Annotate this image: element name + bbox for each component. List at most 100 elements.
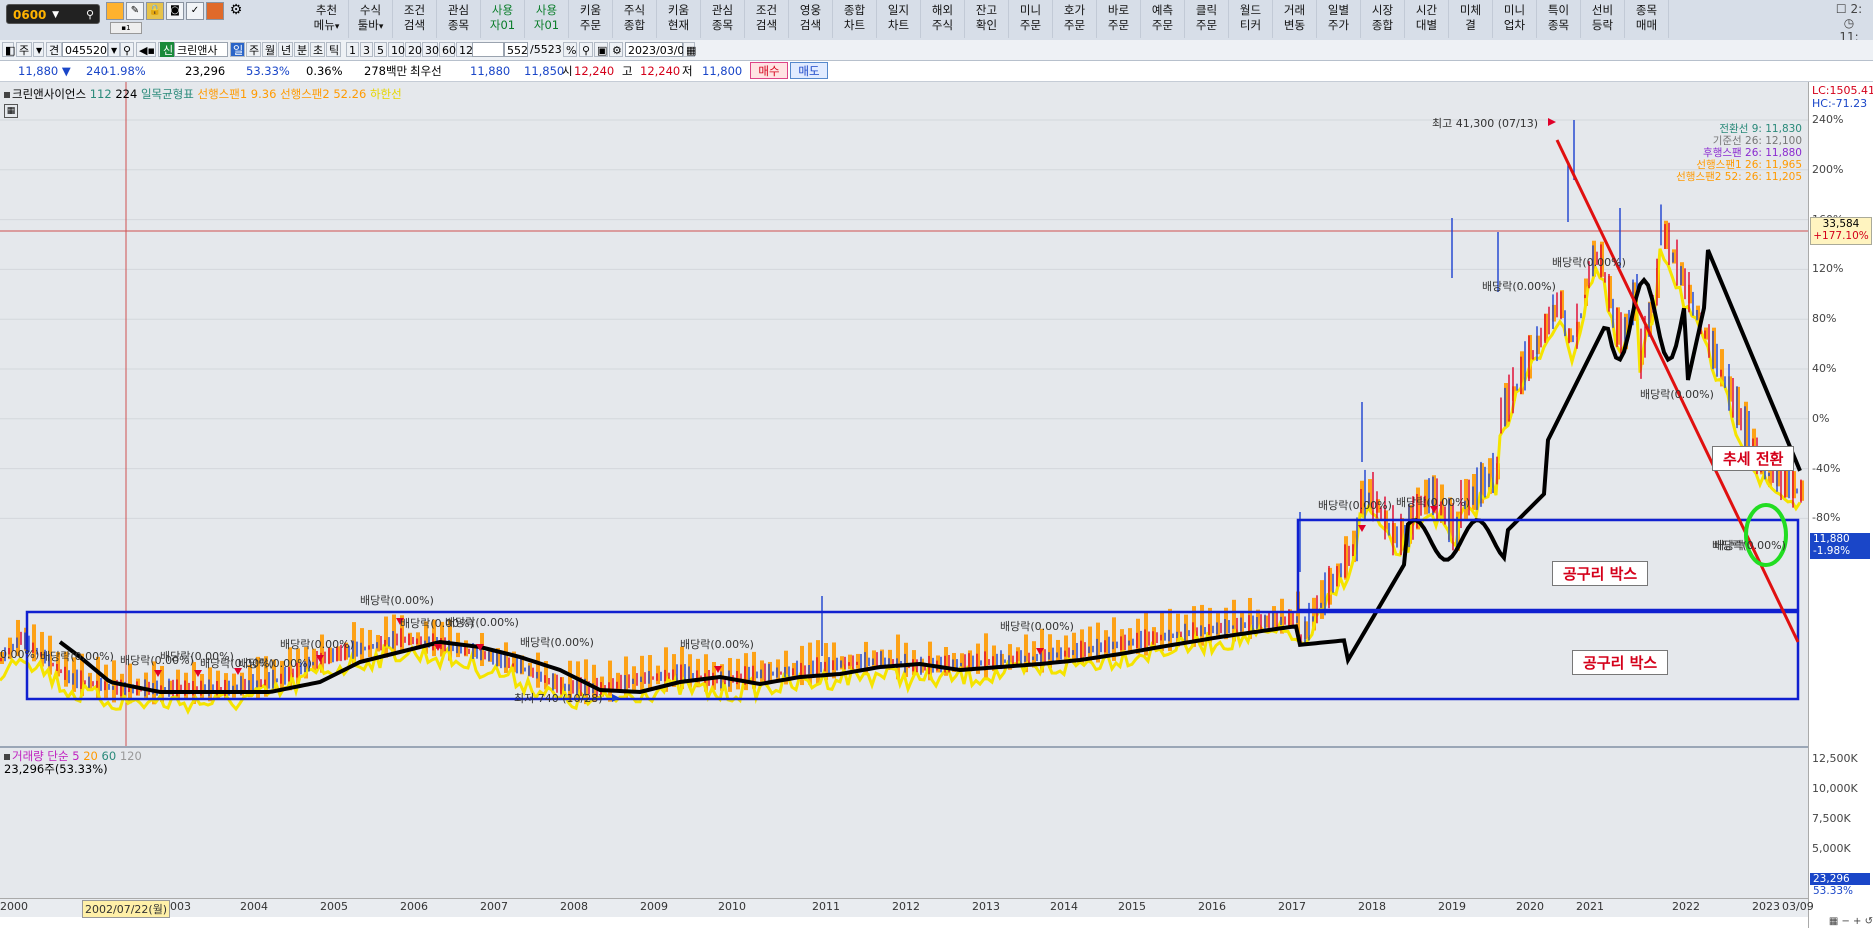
- legend-sq-icon: [4, 92, 10, 98]
- legend-span2: 선행스팬2 52.26: [280, 87, 367, 101]
- x-tick-label: 003: [170, 900, 191, 913]
- ichimoku-cloud-segment: [1128, 628, 1132, 652]
- volume-last: 23,296주(53.33%): [4, 762, 108, 776]
- x-tick-label: 03/09: [1782, 900, 1814, 913]
- dividend-label: 배당락(0.00%): [1318, 499, 1392, 512]
- dividend-label: 배당락(0.00%): [360, 594, 434, 607]
- ichimoku-cloud-segment: [856, 653, 860, 669]
- x-tick-label: 2016: [1198, 900, 1226, 913]
- x-tick-label: 2009: [640, 900, 668, 913]
- x-tick-label: 2015: [1118, 900, 1146, 913]
- x-tick-label: 2012: [892, 900, 920, 913]
- concrete-box-upper: [1296, 518, 1800, 612]
- dividend-label: 배당락(0.00%): [1396, 496, 1470, 509]
- dividend-label: 배당락(0.00%): [520, 636, 594, 649]
- ichimoku-base-line: [58, 249, 1802, 695]
- ma-legend: 전환선 9: 11,830 기준선 26: 12,100 후행스팬 26: 11,8…: [1600, 123, 1802, 183]
- legend-sq-icon: [4, 754, 10, 760]
- y-tick-label: -40%: [1812, 461, 1841, 475]
- y-tick-label: 0%: [1812, 411, 1830, 425]
- ma-legend-item: 전환선 9: 11,830: [1719, 123, 1802, 135]
- last-price-tag: 11,880 -1.98%: [1810, 533, 1870, 559]
- dividend-label: 배당락(0.00%): [1000, 620, 1074, 633]
- grid-icon[interactable]: ▦: [1829, 916, 1838, 927]
- cursor-price-value: 33,584: [1822, 218, 1860, 230]
- dividend-label: 배당락: [1714, 539, 1745, 552]
- x-tick-label: 2006: [400, 900, 428, 913]
- ichimoku-cloud-segment: [384, 616, 388, 658]
- trend-turn-annotation: 추세 전환: [1712, 446, 1795, 471]
- x-tick-label: 2013: [972, 900, 1000, 913]
- ichimoku-cloud-segment: [640, 655, 644, 693]
- legend-span1: 선행스팬1 9.36: [197, 87, 277, 101]
- zoom-in-icon[interactable]: +: [1853, 916, 1861, 927]
- x-tick-label: 2000: [0, 900, 28, 913]
- legend-stock-name: 크린앤사이언스: [12, 87, 87, 101]
- ma-legend-item: 선행스팬1 26: 11,965: [1696, 159, 1802, 171]
- ma-legend-item: 후행스팬 26: 11,880: [1703, 147, 1802, 159]
- y-tick-label: 240%: [1812, 113, 1844, 126]
- x-tick-label: 2005: [320, 900, 348, 913]
- last-pct-value: -1.98%: [1813, 545, 1851, 557]
- volume-y-tick-label: 7,500K: [1812, 812, 1851, 825]
- legend-ma2: 224: [115, 87, 138, 101]
- volume-last-tag: 23,296 53.33%: [1810, 873, 1870, 897]
- last-price-value: 11,880: [1813, 533, 1850, 545]
- ichimoku-cloud-segment: [632, 666, 636, 690]
- x-tick-label: 2021: [1576, 900, 1604, 913]
- x-tick-label: 2017: [1278, 900, 1306, 913]
- ichimoku-cloud-segment: [128, 663, 132, 704]
- cursor-price-tag: 33,584 +177.10%: [1810, 217, 1872, 245]
- x-tick-label: 2008: [560, 900, 588, 913]
- low-price-label: 최저 740 (10/28): [514, 692, 603, 705]
- box-lower-annotation: 공구리 박스: [1572, 650, 1669, 675]
- x-tick-label: 2004: [240, 900, 268, 913]
- dividend-label: 배당락(0.00%): [280, 638, 354, 651]
- y-tick-label: -80%: [1812, 511, 1841, 525]
- zoom-controls[interactable]: ▦ − + ↺: [1808, 916, 1873, 928]
- x-tick-label: 2018: [1358, 900, 1386, 913]
- volume-last-tag-value: 23,296: [1810, 873, 1870, 885]
- x-tick-label: 2011: [812, 900, 840, 913]
- volume-y-tick-label: 5,000K: [1812, 842, 1851, 855]
- ichimoku-cloud-segment: [536, 652, 540, 688]
- volume-panel[interactable]: [0, 746, 1808, 900]
- dividend-label: 배당락(0.00%): [238, 657, 312, 670]
- reset-icon[interactable]: ↺: [1865, 916, 1873, 927]
- high-price-label: 최고 41,300 (07/13): [1432, 117, 1539, 130]
- dividend-label: 0.00%): [0, 648, 40, 661]
- volume-y-tick-label: 10,000K: [1812, 782, 1858, 795]
- highlight-circle: [1744, 503, 1788, 567]
- x-tick-label: 2022: [1672, 900, 1700, 913]
- y-tick-label: 40%: [1812, 362, 1837, 375]
- legend-ma1: 112: [89, 87, 112, 101]
- ma-legend-item: 기준선 26: 12,100: [1712, 135, 1802, 147]
- high-marker-arrow: [1548, 118, 1556, 126]
- volume-ma120: 120: [119, 749, 142, 763]
- dividend-label: 배당락(0.00%): [40, 650, 114, 663]
- lc-label: LC:1505.41: [1812, 84, 1873, 97]
- legend-lagging: 하한선: [369, 87, 402, 101]
- dividend-label: 배당락(0.00%): [1552, 256, 1626, 269]
- chart-grid-icon[interactable]: ▦: [4, 104, 18, 118]
- x-tick-label: 2010: [718, 900, 746, 913]
- x-tick-label: 2014: [1050, 900, 1078, 913]
- dividend-label: 배당락(0.00%): [1640, 388, 1714, 401]
- hc-label: HC:-71.23: [1812, 97, 1868, 110]
- x-tick-label: 2002/07/22(월): [82, 900, 171, 918]
- y-tick-label: 120%: [1812, 262, 1844, 276]
- x-tick-label: 2019: [1438, 900, 1466, 913]
- chart-legend: 크린앤사이언스 112 224 일목균형표 선행스팬1 9.36 선행스팬2 5…: [4, 86, 402, 102]
- volume-y-tick-label: 12,500K: [1812, 752, 1858, 765]
- dividend-label: 배당락(0.00%): [1482, 280, 1556, 293]
- cursor-pct-value: +177.10%: [1813, 230, 1869, 242]
- x-tick-label: 2023: [1752, 900, 1780, 913]
- legend-ichimoku: 일목균형표: [140, 87, 194, 101]
- zoom-out-icon[interactable]: −: [1841, 916, 1849, 927]
- ma-legend-item: 선행스팬2 52: 26: 11,205: [1676, 171, 1802, 183]
- ichimoku-cloud-segment: [368, 629, 372, 658]
- box-upper-annotation: 공구리 박스: [1552, 561, 1649, 586]
- y-tick-label: 80%: [1812, 312, 1837, 326]
- x-tick-label: 2020: [1516, 900, 1544, 913]
- dividend-label: 배당락(0.00%): [445, 616, 519, 629]
